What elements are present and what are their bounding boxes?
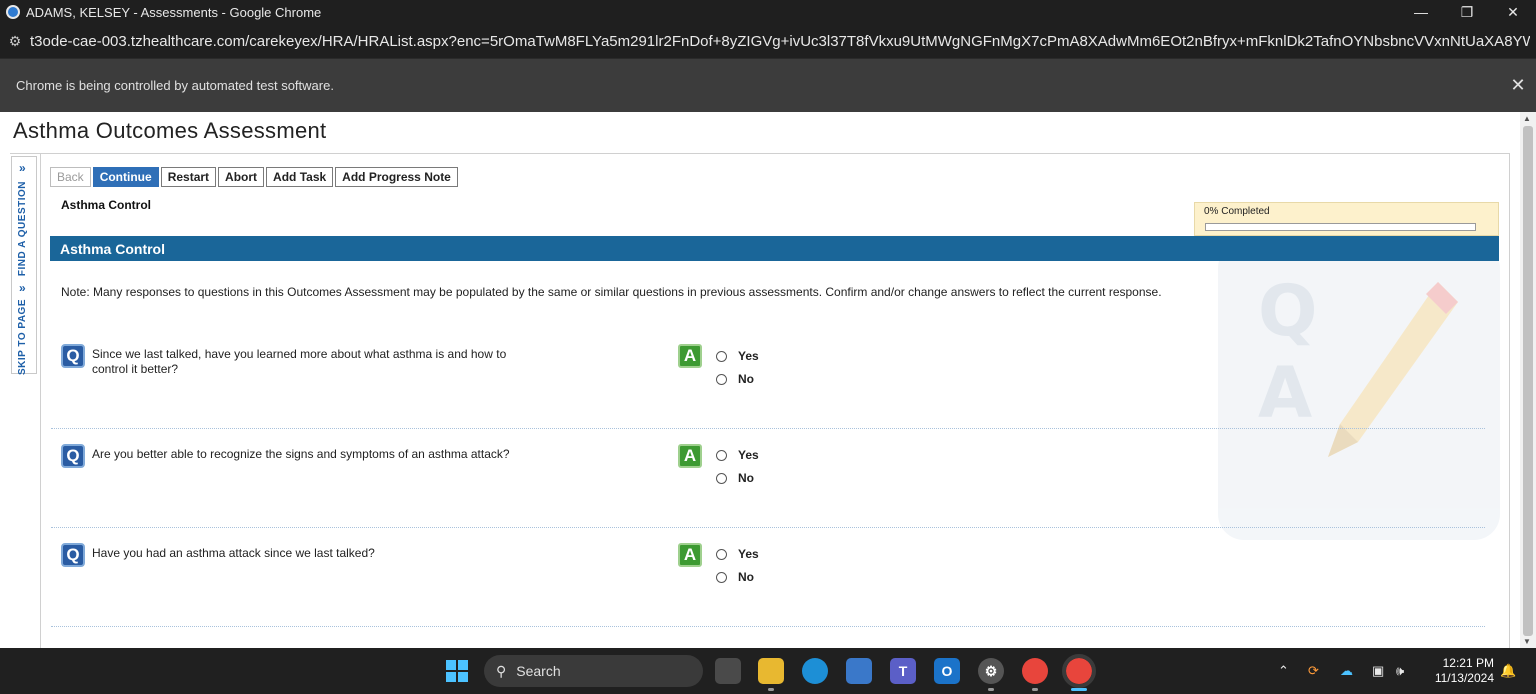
option-label: No (738, 471, 754, 485)
find-question-tab[interactable]: FIND A QUESTION (17, 181, 28, 276)
answer-icon: A (678, 344, 702, 368)
side-navigation-tab[interactable]: » FIND A QUESTION » SKIP TO PAGE (11, 156, 37, 375)
taskbar-clock[interactable]: 12:21 PM 11/13/2024 (1428, 656, 1494, 686)
answer-icon: A (678, 543, 702, 567)
search-label: Search (516, 663, 561, 679)
radio-button[interactable] (716, 373, 727, 385)
infobar-close-icon[interactable]: ✕ (1500, 75, 1536, 96)
sync-icon[interactable]: ⟳ (1308, 648, 1319, 694)
running-indicator (768, 688, 774, 691)
running-indicator (988, 688, 994, 691)
section-header: Asthma Control (50, 236, 1499, 261)
volume-icon[interactable]: 🕪 (1396, 648, 1404, 694)
question-icon: Q (61, 344, 85, 368)
notification-bell-icon[interactable]: 🔔 (1500, 648, 1516, 694)
option-label: Yes (738, 448, 759, 462)
clock-date: 11/13/2024 (1434, 671, 1494, 685)
page-title: Asthma Outcomes Assessment (13, 118, 327, 143)
close-window-button[interactable]: ✕ (1490, 0, 1536, 24)
windows-start-icon[interactable] (444, 658, 470, 684)
running-indicator (1032, 688, 1038, 691)
automation-infobar: Chrome is being controlled by automated … (0, 58, 1536, 112)
store-icon[interactable] (846, 658, 872, 684)
option-label: Yes (738, 547, 759, 561)
chrome-taskbar-icon[interactable] (1022, 658, 1048, 684)
question-text: Since we last talked, have you learned m… (92, 347, 507, 376)
chrome-active-taskbar-icon[interactable] (1062, 654, 1096, 688)
qa-watermark: Q A (1218, 242, 1500, 540)
window-titlebar: ADAMS, KELSEY - Assessments - Google Chr… (0, 0, 1536, 24)
question-divider (51, 626, 1485, 627)
option-label: No (738, 570, 754, 584)
watermark-q: Q (1258, 270, 1318, 352)
minimize-button[interactable]: — (1398, 0, 1444, 24)
site-info-icon[interactable]: ⚙ (0, 33, 30, 50)
answer-icon: A (678, 444, 702, 468)
edge-icon[interactable] (802, 658, 828, 684)
answer-no[interactable]: No (716, 372, 754, 386)
abort-button[interactable]: Abort (218, 167, 265, 187)
progress-panel: 0% Completed (1194, 202, 1499, 236)
question-divider (51, 428, 1485, 429)
network-icon[interactable]: ▣ (1372, 648, 1384, 694)
infobar-message: Chrome is being controlled by automated … (16, 78, 334, 93)
assessment-toolbar: Back Continue Restart Abort Add Task Add… (50, 167, 458, 187)
add-progress-note-button[interactable]: Add Progress Note (335, 167, 458, 187)
taskbar-search[interactable]: ⚲ Search (484, 655, 703, 687)
continue-button[interactable]: Continue (92, 167, 159, 187)
skip-to-page-tab[interactable]: SKIP TO PAGE (17, 299, 28, 375)
scroll-down-icon[interactable]: ▼ (1523, 637, 1531, 646)
answer-yes[interactable]: Yes (716, 448, 759, 462)
question-icon: Q (61, 444, 85, 468)
search-icon: ⚲ (496, 662, 507, 679)
address-bar[interactable]: ⚙ t3ode-cae-003.tzhealthcare.com/carekey… (0, 24, 1536, 58)
page-scrollbar[interactable]: ▲ ▼ (1520, 112, 1536, 648)
restart-button[interactable]: Restart (160, 167, 217, 187)
question-divider (51, 527, 1485, 528)
answer-yes[interactable]: Yes (716, 349, 759, 363)
teams-icon[interactable]: T (890, 658, 916, 684)
chevron-double-right-icon: » (19, 161, 26, 175)
progress-bar (1205, 223, 1476, 231)
radio-button[interactable] (716, 571, 727, 583)
restore-button[interactable]: ❐ (1444, 0, 1490, 24)
windows-taskbar: ⚲ Search T O ⚙ ⌃ ⟳ ☁ ▣ 🕪 12:21 PM 11/13/… (0, 648, 1536, 694)
scroll-up-icon[interactable]: ▲ (1523, 114, 1531, 123)
radio-button[interactable] (716, 548, 727, 560)
back-button[interactable]: Back (50, 167, 91, 187)
active-indicator (1071, 688, 1087, 691)
radio-button[interactable] (716, 472, 727, 484)
scrollbar-thumb[interactable] (1523, 126, 1533, 636)
pencil-icon (1328, 282, 1458, 457)
assessment-note: Note: Many responses to questions in thi… (61, 285, 1162, 299)
current-section-label: Asthma Control (61, 198, 151, 212)
onedrive-icon[interactable]: ☁ (1340, 648, 1353, 694)
add-task-button[interactable]: Add Task (266, 167, 334, 187)
url-text[interactable]: t3ode-cae-003.tzhealthcare.com/carekeyex… (30, 33, 1530, 50)
answer-no[interactable]: No (716, 471, 754, 485)
page-content: Asthma Outcomes Assessment » FIND A QUES… (0, 112, 1520, 648)
settings-gear-icon[interactable]: ⚙ (978, 658, 1004, 684)
outlook-icon[interactable]: O (934, 658, 960, 684)
answer-no[interactable]: No (716, 570, 754, 584)
question-icon: Q (61, 543, 85, 567)
file-explorer-icon[interactable] (758, 658, 784, 684)
option-label: No (738, 372, 754, 386)
radio-button[interactable] (716, 350, 727, 362)
task-view-icon[interactable] (715, 658, 741, 684)
watermark-a: A (1258, 352, 1313, 434)
tray-overflow-icon[interactable]: ⌃ (1278, 648, 1289, 694)
question-text: Are you better able to recognize the sig… (92, 447, 510, 461)
option-label: Yes (738, 349, 759, 363)
chrome-icon (6, 5, 20, 19)
radio-button[interactable] (716, 449, 727, 461)
chevron-double-right-icon: » (19, 281, 26, 295)
answer-yes[interactable]: Yes (716, 547, 759, 561)
window-title: ADAMS, KELSEY - Assessments - Google Chr… (26, 4, 322, 20)
progress-text: 0% Completed (1204, 206, 1270, 217)
question-text: Have you had an asthma attack since we l… (92, 546, 375, 560)
clock-time: 12:21 PM (1442, 656, 1494, 670)
